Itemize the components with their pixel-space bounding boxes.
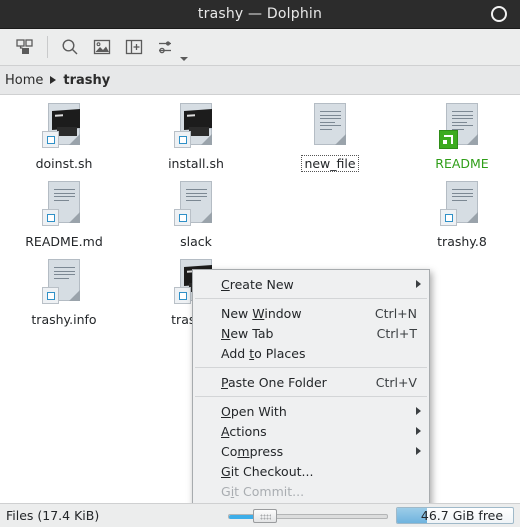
text-badge bbox=[174, 287, 191, 304]
text-document-icon bbox=[40, 179, 88, 231]
file-item[interactable]: install.sh bbox=[140, 101, 252, 171]
toolbar-separator bbox=[47, 36, 48, 58]
file-item[interactable]: slack bbox=[140, 179, 252, 249]
free-space-text: 46.7 GiB free bbox=[420, 508, 504, 523]
menu-item-paste-one-folder[interactable]: Paste One Folder Ctrl+V bbox=[193, 372, 429, 392]
menu-separator bbox=[195, 367, 427, 368]
menu-item-compress[interactable]: Compress bbox=[193, 441, 429, 461]
show-panel-icon[interactable] bbox=[119, 32, 149, 62]
status-bar: Files (17.4 KiB) 46.7 GiB free bbox=[0, 503, 520, 527]
file-item[interactable]: doinst.sh bbox=[8, 101, 120, 171]
text-document-icon bbox=[438, 101, 486, 153]
breadcrumb-item-trashy[interactable]: trashy bbox=[60, 73, 113, 88]
file-label: trashy.info bbox=[31, 312, 97, 327]
menu-separator bbox=[195, 396, 427, 397]
menu-item-new-tab[interactable]: New Tab Ctrl+T bbox=[193, 323, 429, 343]
breadcrumb-item-home[interactable]: Home bbox=[2, 73, 46, 88]
chevron-right-icon bbox=[50, 76, 57, 84]
file-label: new_file bbox=[301, 155, 359, 172]
menu-label: reate New bbox=[229, 276, 294, 292]
text-badge bbox=[42, 209, 59, 226]
text-badge bbox=[174, 209, 191, 226]
search-icon[interactable] bbox=[55, 32, 85, 62]
toolbar bbox=[0, 29, 520, 66]
file-item[interactable]: README bbox=[406, 101, 518, 171]
file-label: trashy.8 bbox=[437, 234, 487, 249]
breadcrumb: Home trashy bbox=[0, 66, 520, 95]
menu-item-git-commit: Git Commit... bbox=[221, 483, 305, 499]
symlink-badge-icon bbox=[439, 130, 458, 149]
menu-item-actions[interactable]: Actions bbox=[193, 421, 429, 441]
chevron-right-icon bbox=[416, 407, 421, 415]
preview-image-icon[interactable] bbox=[87, 32, 117, 62]
file-item[interactable]: trashy.info bbox=[8, 257, 120, 327]
menu-item-create-new[interactable]: Create New bbox=[193, 274, 429, 294]
text-badge bbox=[174, 131, 191, 148]
split-view-icon[interactable] bbox=[10, 32, 40, 62]
text-badge bbox=[42, 131, 59, 148]
shell-script-icon bbox=[172, 101, 220, 153]
file-label: install.sh bbox=[168, 156, 224, 171]
chevron-right-icon bbox=[416, 427, 421, 435]
text-badge bbox=[440, 209, 457, 226]
chevron-right-icon bbox=[416, 280, 421, 288]
file-item[interactable]: trashy.8 bbox=[406, 179, 518, 249]
text-document-icon bbox=[306, 101, 354, 153]
menu-shortcut: Ctrl+T bbox=[376, 325, 417, 341]
menu-shortcut: Ctrl+V bbox=[375, 374, 417, 390]
chevron-right-icon bbox=[416, 447, 421, 455]
file-grid: doinst.sh install.sh new_file README REA… bbox=[0, 95, 520, 503]
menu-item-add-to-places[interactable]: Add to Places bbox=[193, 343, 429, 363]
dolphin-window: trashy — Dolphin Home trashy doinst.sh i… bbox=[0, 0, 520, 527]
file-item[interactable]: README.md bbox=[8, 179, 120, 249]
menu-item-new-window[interactable]: New Window Ctrl+N bbox=[193, 303, 429, 323]
menu-item-git-checkout[interactable]: Git Checkout... bbox=[193, 461, 429, 481]
text-document-icon bbox=[40, 257, 88, 309]
shell-script-icon bbox=[40, 101, 88, 153]
title-bar: trashy — Dolphin bbox=[0, 0, 520, 29]
slider-handle[interactable] bbox=[253, 508, 277, 523]
menu-item-git-create-tag[interactable]: Git Create Tag... bbox=[193, 501, 429, 503]
file-label: slack bbox=[180, 234, 212, 249]
file-label: README bbox=[435, 156, 489, 171]
text-badge bbox=[42, 287, 59, 304]
text-document-icon bbox=[172, 179, 220, 231]
file-item[interactable]: new_file bbox=[274, 101, 386, 172]
window-title: trashy — Dolphin bbox=[197, 6, 323, 22]
menu-separator bbox=[195, 298, 427, 299]
zoom-slider[interactable] bbox=[228, 508, 388, 523]
menu-shortcut: Ctrl+N bbox=[374, 305, 417, 321]
status-files-text: Files (17.4 KiB) bbox=[6, 508, 100, 523]
control-sliders-icon[interactable] bbox=[151, 32, 181, 62]
file-label: README.md bbox=[25, 234, 103, 249]
close-circle-icon[interactable] bbox=[491, 6, 507, 22]
file-label: doinst.sh bbox=[35, 156, 93, 171]
chevron-down-icon[interactable] bbox=[180, 57, 188, 61]
context-menu: Create New New Window Ctrl+N New Tab Ctr… bbox=[192, 269, 430, 503]
free-space-indicator[interactable]: 46.7 GiB free bbox=[396, 507, 514, 524]
menu-item-open-with[interactable]: Open With bbox=[193, 401, 429, 421]
text-document-icon bbox=[438, 179, 486, 231]
